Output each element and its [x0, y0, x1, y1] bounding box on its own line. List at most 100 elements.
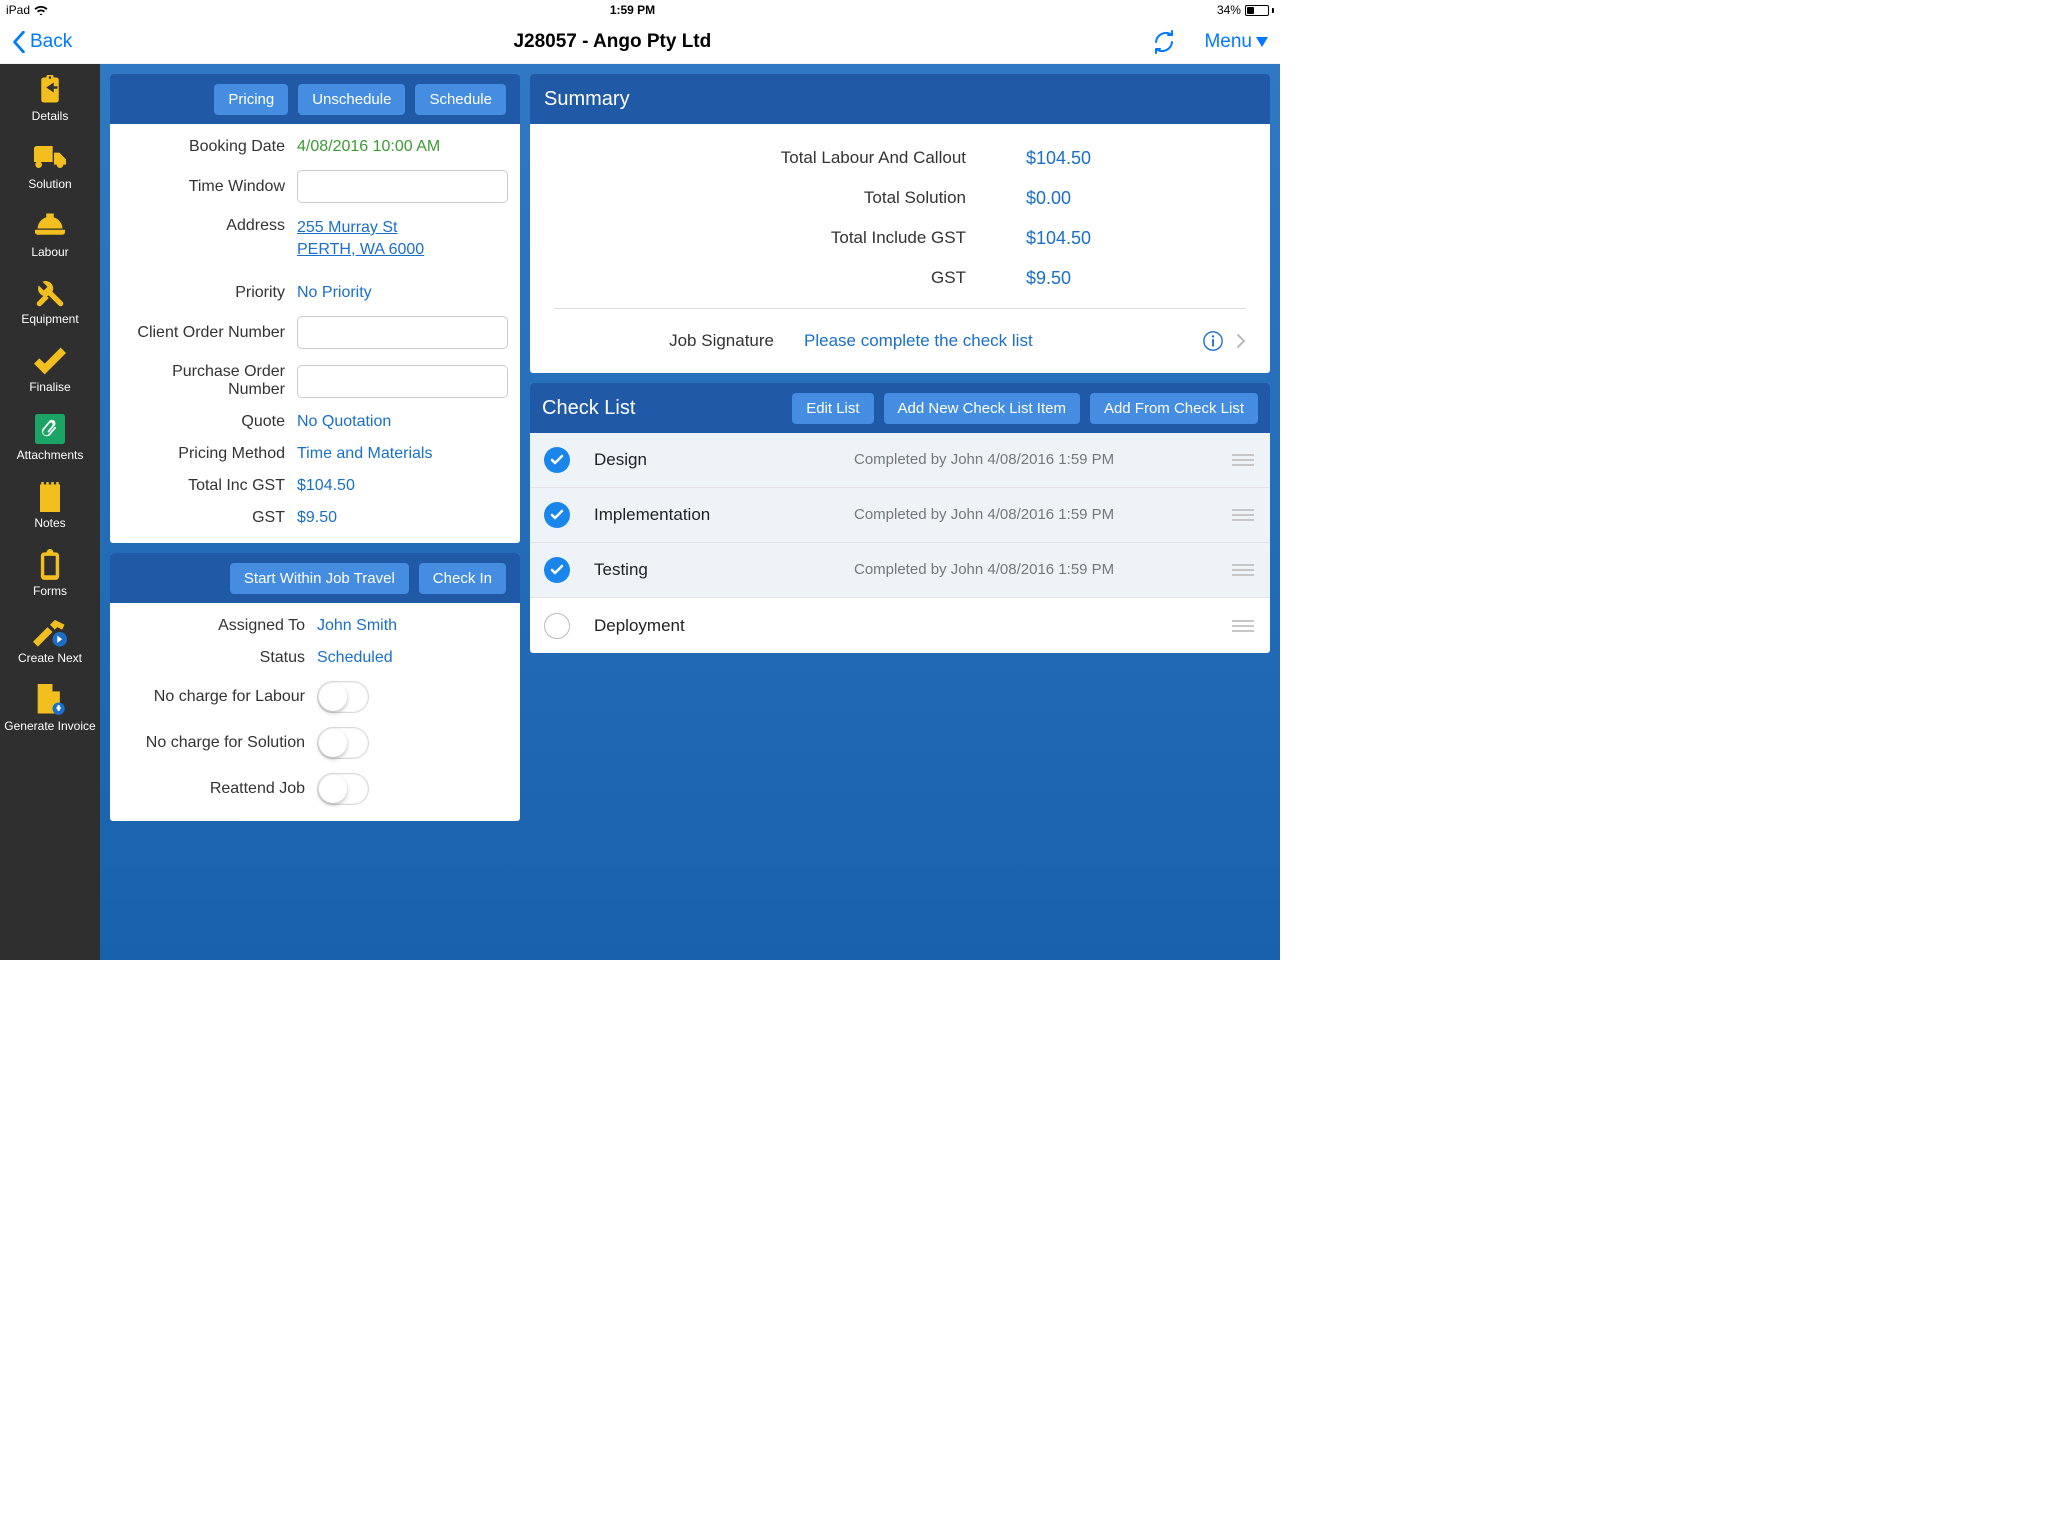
sidebar-item-generate-invoice[interactable]: Generate Invoice	[0, 674, 100, 742]
checklist-checkbox[interactable]	[544, 447, 570, 473]
assignment-card: Start Within Job Travel Check In Assigne…	[110, 553, 520, 821]
drag-handle-icon[interactable]	[1230, 509, 1256, 521]
quote-value[interactable]: No Quotation	[297, 413, 508, 431]
gst-label: GST	[122, 509, 297, 527]
divider	[554, 308, 1246, 309]
status-label: Status	[122, 649, 317, 667]
checklist-item[interactable]: Testing Completed by John 4/08/2016 1:59…	[530, 543, 1270, 598]
client-order-input[interactable]	[297, 316, 508, 349]
sidebar-item-create-next[interactable]: Create Next	[0, 606, 100, 674]
check-in-button[interactable]: Check In	[419, 563, 506, 594]
pricing-method-value[interactable]: Time and Materials	[297, 445, 508, 463]
summary-row-label: Total Include GST	[554, 228, 1026, 248]
sidebar-item-solution[interactable]: Solution	[0, 132, 100, 200]
paperclip-icon	[32, 413, 68, 445]
checklist-item-meta: Completed by John 4/08/2016 1:59 PM	[854, 506, 1230, 525]
priority-value[interactable]: No Priority	[297, 284, 508, 302]
checklist-checkbox[interactable]	[544, 557, 570, 583]
info-icon[interactable]	[1202, 330, 1224, 352]
no-charge-solution-toggle[interactable]	[317, 727, 369, 759]
purchase-order-input[interactable]	[297, 365, 508, 398]
pricing-method-label: Pricing Method	[122, 445, 297, 463]
quote-label: Quote	[122, 413, 297, 431]
status-value[interactable]: Scheduled	[317, 649, 508, 667]
sidebar-item-equipment[interactable]: Equipment	[0, 267, 100, 335]
time-window-input[interactable]	[297, 170, 508, 203]
edit-list-button[interactable]: Edit List	[792, 393, 873, 424]
drag-handle-icon[interactable]	[1230, 454, 1256, 466]
summary-row-value: $104.50	[1026, 148, 1246, 169]
job-details-card: Pricing Unschedule Schedule Booking Date…	[110, 74, 520, 543]
menu-label: Menu	[1204, 31, 1252, 53]
unschedule-button[interactable]: Unschedule	[298, 84, 405, 115]
sidebar-label: Generate Invoice	[4, 720, 95, 734]
checklist-checkbox[interactable]	[544, 502, 570, 528]
checklist-item-meta: Completed by John 4/08/2016 1:59 PM	[854, 451, 1230, 470]
chevron-left-icon	[12, 31, 26, 53]
summary-header: Summary	[530, 74, 1270, 124]
total-inc-gst-label: Total Inc GST	[122, 477, 297, 495]
sidebar-item-attachments[interactable]: Attachments	[0, 403, 100, 471]
battery-pct: 34%	[1217, 3, 1241, 17]
back-button[interactable]: Back	[12, 31, 72, 53]
add-from-checklist-button[interactable]: Add From Check List	[1090, 393, 1258, 424]
reattend-label: Reattend Job	[122, 780, 317, 798]
checklist-item[interactable]: Implementation Completed by John 4/08/20…	[530, 488, 1270, 543]
content: Pricing Unschedule Schedule Booking Date…	[100, 64, 1280, 960]
hammer-next-icon	[32, 616, 68, 648]
clipboard-icon	[32, 74, 68, 106]
sidebar-item-forms[interactable]: Forms	[0, 539, 100, 607]
back-label: Back	[30, 31, 72, 53]
address-value[interactable]: 255 Murray StPERTH, WA 6000	[297, 217, 508, 260]
status-bar: iPad 1:59 PM 34%	[0, 0, 1280, 20]
booking-date-label: Booking Date	[122, 138, 297, 156]
sidebar-label: Create Next	[18, 652, 82, 666]
assignment-header: Start Within Job Travel Check In	[110, 553, 520, 603]
no-charge-labour-toggle[interactable]	[317, 681, 369, 713]
pricing-button[interactable]: Pricing	[214, 84, 288, 115]
truck-icon	[32, 142, 68, 174]
schedule-button[interactable]: Schedule	[415, 84, 506, 115]
reattend-toggle[interactable]	[317, 773, 369, 805]
checklist-item-name: Deployment	[594, 616, 854, 636]
checklist-item-name: Design	[594, 450, 854, 470]
checklist-body: Design Completed by John 4/08/2016 1:59 …	[530, 433, 1270, 653]
notepad-icon	[32, 481, 68, 513]
sidebar: Details Solution Labour Equipment Finali…	[0, 64, 100, 960]
tools-icon	[32, 277, 68, 309]
sidebar-label: Equipment	[21, 313, 78, 327]
checklist-header: Check List Edit List Add New Check List …	[530, 383, 1270, 433]
booking-date-value[interactable]: 4/08/2016 10:00 AM	[297, 138, 508, 156]
gst-value: $9.50	[297, 509, 508, 527]
sidebar-item-finalise[interactable]: Finalise	[0, 335, 100, 403]
drag-handle-icon[interactable]	[1230, 620, 1256, 632]
sidebar-item-notes[interactable]: Notes	[0, 471, 100, 539]
sidebar-label: Attachments	[17, 449, 84, 463]
sidebar-label: Notes	[34, 517, 65, 531]
summary-row-value: $104.50	[1026, 228, 1246, 249]
status-time: 1:59 PM	[610, 3, 655, 17]
start-travel-button[interactable]: Start Within Job Travel	[230, 563, 409, 594]
address-label: Address	[122, 217, 297, 235]
job-details-header: Pricing Unschedule Schedule	[110, 74, 520, 124]
battery-icon	[1245, 5, 1274, 16]
job-signature-row[interactable]: Job Signature Please complete the check …	[554, 319, 1246, 363]
check-icon	[32, 345, 68, 377]
summary-card: Summary Total Labour And Callout$104.50 …	[530, 74, 1270, 373]
menu-button[interactable]: Menu	[1204, 31, 1268, 53]
wifi-icon	[34, 5, 48, 15]
add-checklist-item-button[interactable]: Add New Check List Item	[884, 393, 1080, 424]
triangle-down-icon	[1256, 37, 1268, 47]
checklist-item[interactable]: Deployment	[530, 598, 1270, 653]
checklist-item-meta: Completed by John 4/08/2016 1:59 PM	[854, 561, 1230, 580]
sidebar-item-details[interactable]: Details	[0, 64, 100, 132]
sidebar-item-labour[interactable]: Labour	[0, 200, 100, 268]
drag-handle-icon[interactable]	[1230, 564, 1256, 576]
sidebar-label: Finalise	[29, 381, 70, 395]
assigned-to-value[interactable]: John Smith	[317, 617, 508, 635]
summary-row-label: GST	[554, 268, 1026, 288]
sidebar-label: Details	[32, 110, 69, 124]
refresh-icon[interactable]	[1152, 30, 1176, 54]
checklist-checkbox[interactable]	[544, 613, 570, 639]
checklist-item[interactable]: Design Completed by John 4/08/2016 1:59 …	[530, 433, 1270, 488]
